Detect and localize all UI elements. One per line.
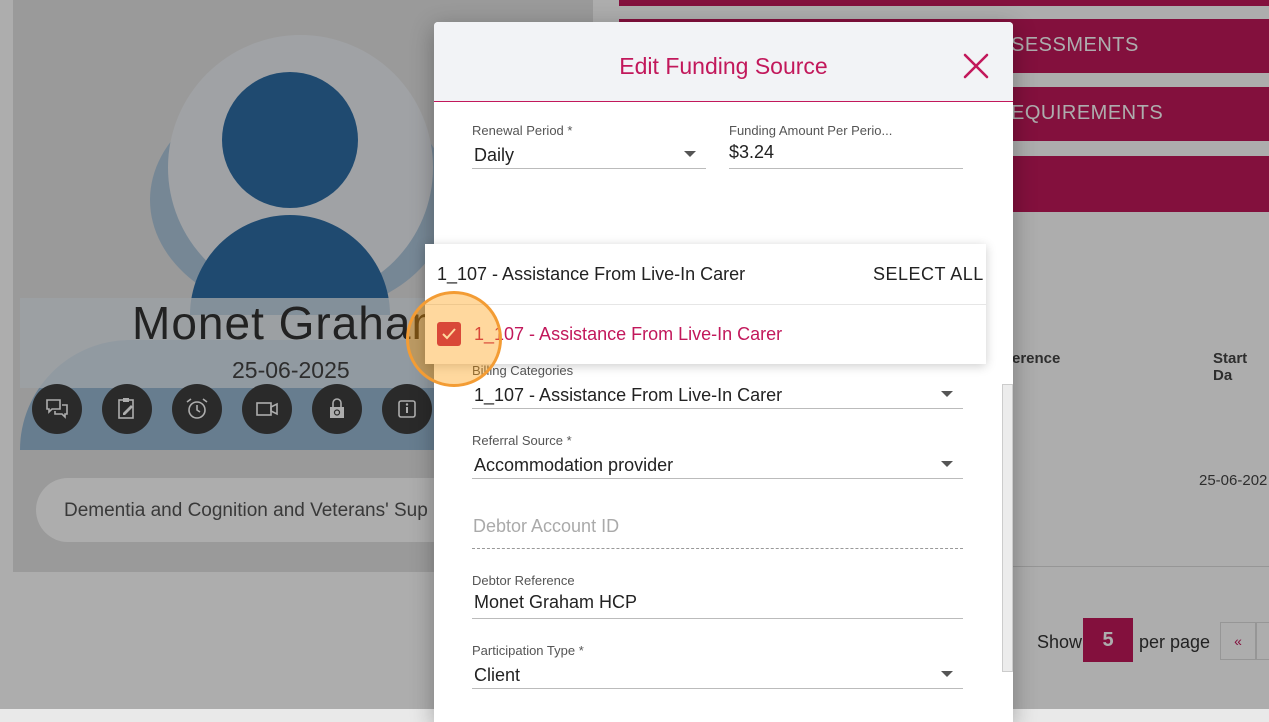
dropdown-option-label: 1_107 - Assistance From Live-In Carer xyxy=(474,324,783,344)
referral-source-value: Accommodation provider xyxy=(474,455,674,475)
dropdown-filter-text[interactable]: 1_107 - Assistance From Live-In Carer xyxy=(437,264,745,285)
debtor-reference-underline xyxy=(472,618,963,619)
dialog-scrollbar[interactable] xyxy=(1002,384,1013,672)
debtor-reference-value: Monet Graham HCP xyxy=(474,592,638,612)
dropdown-option[interactable]: 1_107 - Assistance From Live-In Carer xyxy=(425,304,986,364)
renewal-period-value: Daily xyxy=(474,145,515,165)
close-icon[interactable] xyxy=(960,50,992,82)
debtor-account-id-underline xyxy=(472,548,963,549)
debtor-account-id-placeholder: Debtor Account ID xyxy=(473,516,620,536)
chevron-down-icon xyxy=(941,461,953,467)
billing-categories-dropdown: 1_107 - Assistance From Live-In Carer SE… xyxy=(425,244,986,364)
billing-categories-underline xyxy=(472,408,963,409)
referral-source-label: Referral Source * xyxy=(472,433,572,448)
chevron-down-icon xyxy=(941,671,953,677)
click-highlight xyxy=(406,291,502,387)
renewal-period-label: Renewal Period * xyxy=(472,123,573,138)
funding-amount-label: Funding Amount Per Perio... xyxy=(729,123,893,138)
select-all-button[interactable]: SELECT ALL xyxy=(873,264,984,285)
chevron-down-icon xyxy=(941,391,953,397)
renewal-period-underline xyxy=(472,168,706,169)
dropdown-header: 1_107 - Assistance From Live-In Carer SE… xyxy=(425,244,986,305)
chevron-down-icon xyxy=(684,151,696,157)
edit-funding-source-dialog: Edit Funding Source Renewal Period * Dai… xyxy=(434,22,1013,722)
referral-source-underline xyxy=(472,478,963,479)
participation-type-value: Client xyxy=(474,665,521,685)
participation-type-label: Participation Type * xyxy=(472,643,584,658)
debtor-reference-label: Debtor Reference xyxy=(472,573,575,588)
participation-type-underline xyxy=(472,688,963,689)
billing-categories-value: 1_107 - Assistance From Live-In Carer xyxy=(474,385,783,405)
dialog-title: Edit Funding Source xyxy=(619,53,828,79)
funding-amount-underline xyxy=(729,168,963,169)
dialog-header: Edit Funding Source xyxy=(434,22,1013,102)
funding-amount-value: $3.24 xyxy=(729,142,775,162)
